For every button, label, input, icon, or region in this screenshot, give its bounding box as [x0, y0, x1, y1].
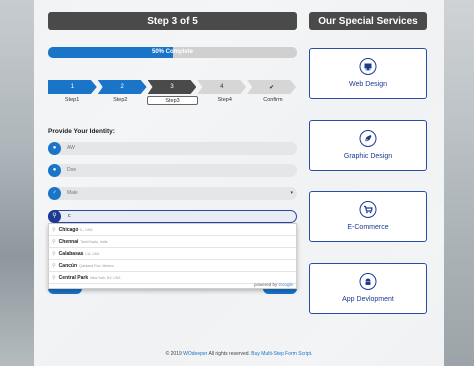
- section-label: Provide Your Identity:: [48, 128, 115, 135]
- step-label: Confirm: [263, 97, 283, 103]
- gender-icon: ♂: [48, 187, 61, 200]
- autocomplete-dropdown: ⚲ Chicago IL, USA ⚲ Chennai Tamil Nadu, …: [48, 223, 297, 289]
- services-title: Our Special Services: [309, 12, 427, 30]
- suggestion-item[interactable]: ⚲ Cancún Quintana Roo, Mexico: [49, 260, 296, 272]
- powered-by-google: powered by Google: [254, 282, 293, 287]
- progress-label: 50% Complete: [151, 49, 193, 55]
- service-label: Graphic Design: [343, 153, 393, 160]
- powered-by-text: powered by: [253, 282, 278, 287]
- pen-nib-icon: [359, 130, 377, 147]
- location-value: c: [68, 213, 71, 219]
- user-icon: ●: [48, 164, 61, 177]
- suggestion-item[interactable]: ⚲ Chicago IL, USA: [49, 224, 296, 236]
- step-indicator: 1 2 3 4 ✔: [48, 80, 297, 94]
- pin-icon: ⚲: [52, 226, 56, 233]
- cart-icon: [359, 201, 377, 218]
- author-link[interactable]: WOdeeper: [183, 351, 207, 357]
- step-4-arrow[interactable]: 4: [197, 80, 247, 94]
- service-card-e-commerce[interactable]: E-Commerce: [309, 191, 427, 242]
- monitor-icon: [359, 58, 377, 75]
- step-label: Step2: [113, 97, 128, 103]
- rights-text: All rights reserved.: [208, 351, 250, 357]
- suggestion-sub: Quintana Roo, Mexico: [79, 263, 114, 268]
- last-name-field[interactable]: ● Doe: [48, 164, 297, 177]
- pin-icon: ⚲: [52, 250, 56, 257]
- step-label: Step1: [64, 97, 80, 103]
- service-card-app-development[interactable]: App Devlopment: [309, 263, 427, 314]
- pin-icon: ⚲: [52, 262, 56, 269]
- copyright-text: © 2019: [165, 351, 182, 357]
- footer: © 2019 WOdeeper All rights reserved. Buy…: [34, 351, 444, 357]
- step-labels: Step1 Step2 Step3 Step4 Confirm: [48, 96, 297, 105]
- suggestion-sub: CA, USA: [85, 251, 100, 256]
- background-right: [444, 0, 474, 366]
- progress-bar: 50% Complete: [48, 47, 297, 58]
- suggestion-main: Chicago: [58, 226, 79, 233]
- pin-icon: ⚲: [52, 238, 56, 245]
- suggestion-main: Chennai: [58, 238, 79, 245]
- suggestion-item[interactable]: ⚲ Chennai Tamil Nadu, India: [49, 236, 296, 248]
- step-3-arrow[interactable]: 3: [147, 80, 197, 94]
- service-card-graphic-design[interactable]: Graphic Design: [309, 120, 427, 171]
- suggestion-main: Central Park: [58, 274, 89, 281]
- pin-icon: ⚲: [52, 274, 56, 281]
- first-name-field[interactable]: ● AW: [48, 142, 297, 155]
- step-2-arrow[interactable]: 2: [97, 80, 147, 94]
- suggestion-item[interactable]: ⚲ Calabasas CA, USA: [49, 248, 296, 260]
- service-label: App Devlopment: [342, 296, 394, 303]
- suggestion-sub: IL, USA: [80, 227, 93, 232]
- location-input[interactable]: ⚲ c: [48, 210, 297, 223]
- suggestion-sub: Tamil Nadu, India: [80, 239, 108, 244]
- gender-value: Male: [67, 190, 78, 196]
- suggestion-main: Calabasas: [58, 250, 84, 257]
- step-label-current: Step3: [147, 96, 198, 105]
- service-card-web-design[interactable]: Web Design: [309, 48, 427, 99]
- first-name-value: AW: [67, 145, 75, 151]
- map-marker-icon: ⚲: [48, 210, 61, 223]
- form-title: Step 3 of 5: [48, 12, 297, 30]
- buy-link[interactable]: Buy Multi-Step Form Script.: [251, 351, 312, 357]
- chevron-down-icon: ▾: [290, 190, 293, 196]
- step-label: Step4: [217, 97, 232, 103]
- android-icon: [359, 273, 377, 290]
- suggestion-sub: New York, NY, USA: [90, 275, 121, 280]
- step-1-arrow[interactable]: 1: [48, 80, 97, 94]
- last-name-value: Doe: [67, 167, 77, 173]
- background-left: [0, 0, 34, 366]
- google-logo: Google: [278, 282, 293, 287]
- service-label: Web Design: [348, 81, 387, 88]
- suggestion-main: Cancún: [58, 262, 78, 269]
- user-icon: ●: [48, 142, 61, 155]
- confirm-arrow[interactable]: ✔: [247, 80, 296, 94]
- gender-select[interactable]: ♂ Male ▾: [48, 187, 297, 200]
- service-label: E-Commerce: [347, 224, 389, 231]
